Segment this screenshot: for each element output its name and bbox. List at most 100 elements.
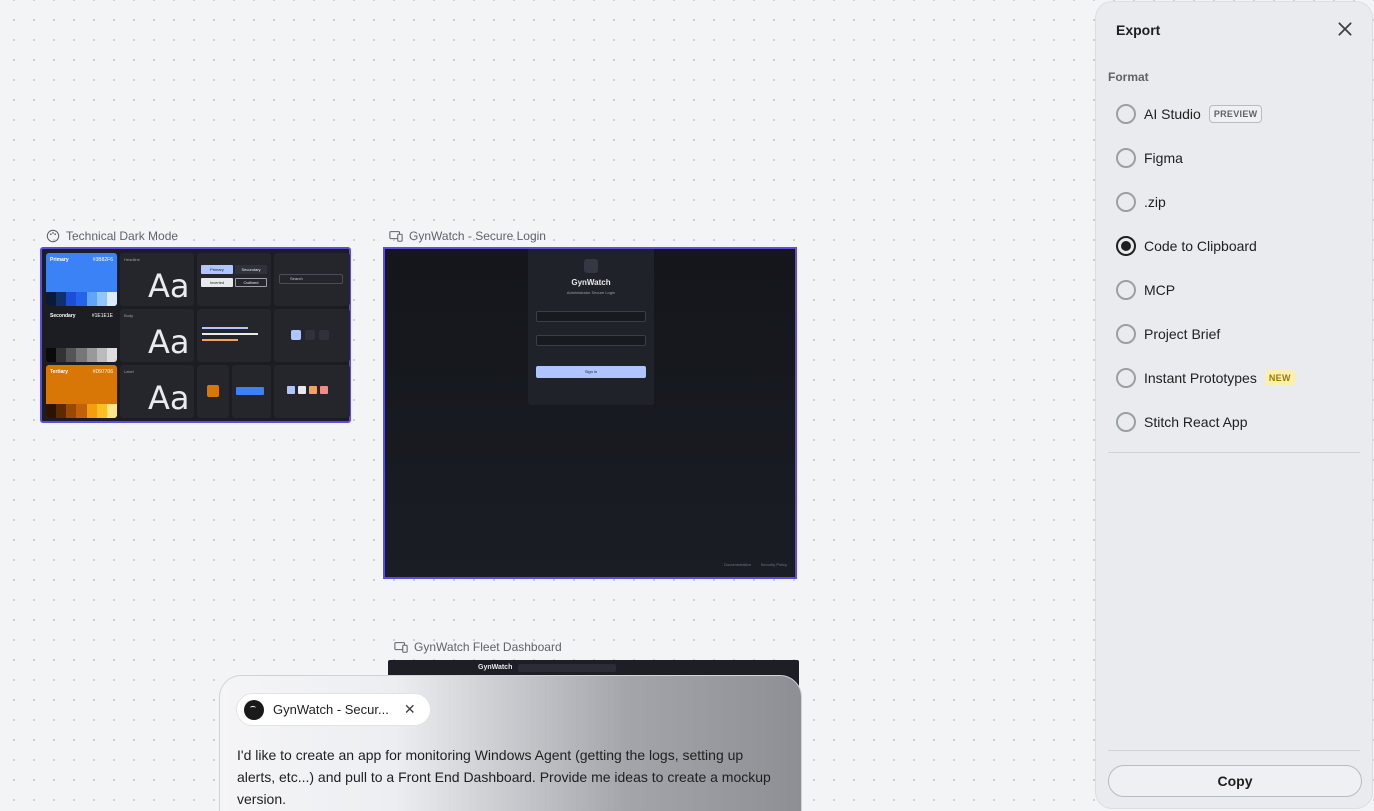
search-sample: Search bbox=[274, 253, 350, 306]
format-option-figma[interactable]: Figma bbox=[1116, 136, 1356, 180]
copy-button[interactable]: Copy bbox=[1108, 765, 1362, 797]
context-chip[interactable]: GynWatch - Secur... ✕ bbox=[237, 694, 430, 725]
format-label: Format bbox=[1108, 70, 1149, 84]
chat-panel: GynWatch - Secur... ✕ I'd like to create… bbox=[219, 675, 802, 811]
swatch-name: Primary bbox=[50, 257, 69, 263]
swatch-hex: #3B82F6 bbox=[92, 257, 113, 263]
palette-icon bbox=[46, 229, 60, 243]
login-sign-in-button: Sign in bbox=[536, 366, 646, 378]
color-swatch-tertiary: Tertiary #D97706 bbox=[46, 365, 117, 418]
button-samples: Primary Secondary Inverted Outlined bbox=[197, 253, 271, 306]
option-label: Code to Clipboard bbox=[1144, 238, 1257, 254]
screen-thumbnail-icon bbox=[244, 699, 264, 720]
sample-secondary-button: Secondary bbox=[235, 265, 267, 274]
option-label: .zip bbox=[1144, 194, 1166, 210]
preview-badge: PREVIEW bbox=[1208, 105, 1263, 123]
radio-button[interactable] bbox=[1116, 280, 1136, 300]
sample-chip bbox=[298, 386, 306, 394]
format-option-code-to-clipboard[interactable]: Code to Clipboard bbox=[1116, 224, 1356, 268]
type-glyph: Aa bbox=[148, 379, 190, 417]
radio-button[interactable] bbox=[1116, 412, 1136, 432]
dashboard-app-name: GynWatch bbox=[478, 664, 513, 671]
close-icon[interactable]: ✕ bbox=[404, 701, 416, 718]
format-option-instant-prototypes[interactable]: Instant Prototypes NEW bbox=[1116, 356, 1356, 400]
login-username-field bbox=[536, 311, 646, 322]
fab-sample-cell bbox=[232, 365, 271, 418]
radio-button[interactable] bbox=[1116, 368, 1136, 388]
design-system-frame-label[interactable]: Technical Dark Mode bbox=[46, 229, 178, 243]
radio-button[interactable] bbox=[1116, 104, 1136, 124]
option-label: Figma bbox=[1144, 150, 1183, 166]
context-chip-label: GynWatch - Secur... bbox=[273, 702, 389, 717]
login-frame-title: GynWatch - Secure Login bbox=[409, 229, 546, 243]
option-label: Project Brief bbox=[1144, 326, 1221, 342]
fab-samples bbox=[197, 365, 271, 418]
login-footer-link: Documentation bbox=[724, 562, 751, 567]
swatch-name: Secondary bbox=[50, 313, 76, 319]
dashboard-search-bar bbox=[518, 664, 616, 672]
progress-samples bbox=[197, 309, 271, 362]
format-option-mcp[interactable]: MCP bbox=[1116, 268, 1356, 312]
format-option-project-brief[interactable]: Project Brief bbox=[1116, 312, 1356, 356]
login-card: GynWatch Administrator Secure Login Sign… bbox=[528, 249, 654, 405]
sample-icon-button bbox=[291, 330, 301, 340]
login-app-name: GynWatch bbox=[571, 278, 611, 287]
sample-icon-button bbox=[305, 330, 315, 340]
color-swatch-secondary: Secondary #1E1E1E bbox=[46, 309, 117, 362]
option-label: AI Studio bbox=[1144, 106, 1201, 122]
type-sample-headline: Headline Aa bbox=[120, 253, 194, 306]
devices-icon bbox=[394, 642, 408, 653]
type-sample-label: Label Aa bbox=[120, 365, 194, 418]
type-label: Headline bbox=[124, 257, 140, 262]
login-frame-label[interactable]: GynWatch - Secure Login bbox=[389, 229, 546, 243]
format-option-ai-studio[interactable]: AI Studio PREVIEW bbox=[1116, 92, 1356, 136]
prompt-message: I'd like to create an app for monitoring… bbox=[237, 747, 771, 807]
swatch-hex: #D97706 bbox=[92, 369, 113, 375]
fab-sample-cell bbox=[197, 365, 230, 418]
sign-in-label: Sign in bbox=[584, 369, 598, 374]
format-option-zip[interactable]: .zip bbox=[1116, 180, 1356, 224]
sample-primary-button: Primary bbox=[201, 265, 233, 274]
sample-bar bbox=[202, 339, 238, 341]
type-glyph: Aa bbox=[148, 267, 190, 305]
color-ramp bbox=[46, 292, 117, 306]
type-glyph: Aa bbox=[148, 323, 190, 361]
divider bbox=[1108, 750, 1360, 751]
sample-bar bbox=[202, 327, 248, 329]
close-icon[interactable] bbox=[1336, 20, 1354, 38]
divider bbox=[1108, 452, 1360, 453]
radio-button[interactable] bbox=[1116, 192, 1136, 212]
type-label: Body bbox=[124, 313, 134, 318]
login-password-field bbox=[536, 335, 646, 346]
login-screen-preview[interactable]: GynWatch Administrator Secure Login Sign… bbox=[383, 247, 797, 579]
color-ramp bbox=[46, 404, 117, 418]
sample-outlined-button: Outlined bbox=[235, 278, 267, 287]
type-sample-body: Body Aa bbox=[120, 309, 194, 362]
format-options: AI Studio PREVIEW Figma .zip Code to Cli… bbox=[1116, 92, 1356, 444]
color-ramp bbox=[46, 348, 117, 362]
sample-chip bbox=[287, 386, 295, 394]
radio-button[interactable] bbox=[1116, 324, 1136, 344]
radio-button-selected[interactable] bbox=[1116, 236, 1136, 256]
devices-icon bbox=[389, 231, 403, 242]
shield-icon bbox=[584, 259, 598, 273]
chip-samples bbox=[274, 365, 350, 418]
sample-fab bbox=[207, 385, 219, 397]
export-panel: Export Format AI Studio PREVIEW Figma .z… bbox=[1096, 2, 1372, 808]
format-option-stitch-react-app[interactable]: Stitch React App bbox=[1116, 400, 1356, 444]
swatch-name: Tertiary bbox=[50, 369, 68, 375]
option-label: Instant Prototypes bbox=[1144, 370, 1257, 386]
option-label: MCP bbox=[1144, 282, 1176, 298]
design-system-frame-title: Technical Dark Mode bbox=[66, 229, 179, 243]
dashboard-frame-label[interactable]: GynWatch Fleet Dashboard bbox=[394, 640, 562, 654]
design-system-preview[interactable]: Primary #3B82F6 Headline Aa Primary Seco… bbox=[40, 247, 351, 423]
type-label: Label bbox=[124, 369, 134, 374]
radio-button[interactable] bbox=[1116, 148, 1136, 168]
new-badge: NEW bbox=[1264, 370, 1295, 386]
login-subtitle: Administrator Secure Login bbox=[566, 290, 616, 295]
option-label: Stitch React App bbox=[1144, 414, 1248, 430]
sample-inverted-button: Inverted bbox=[201, 278, 233, 287]
swatch-hex: #1E1E1E bbox=[91, 313, 113, 319]
icon-samples bbox=[274, 309, 350, 362]
sample-search-field: Search bbox=[279, 274, 343, 284]
